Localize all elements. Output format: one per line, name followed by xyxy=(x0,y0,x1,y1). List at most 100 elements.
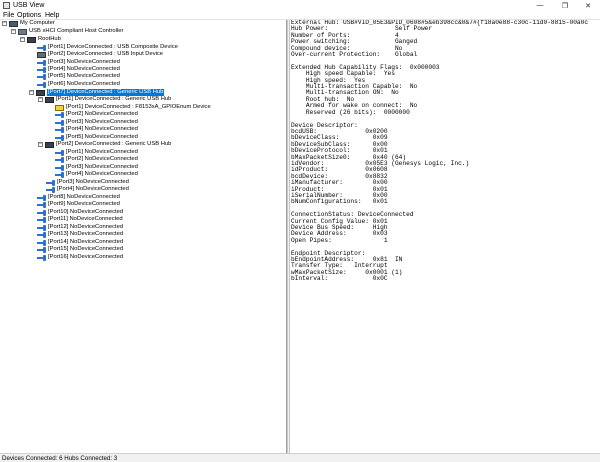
usb-icon xyxy=(55,134,64,141)
tree-item-subhub2-port3[interactable]: [Port3] NoDeviceConnected xyxy=(55,164,138,171)
tree-item-subhub-port1[interactable]: − [Port1] DeviceConnected : Generic USB … xyxy=(38,96,171,103)
minimize-button[interactable]: — xyxy=(528,0,552,11)
tree-item-subhub2-port1[interactable]: [Port1] NoDeviceConnected xyxy=(55,149,138,156)
tree-item-subhub1-port2[interactable]: [Port2] NoDeviceConnected xyxy=(55,111,138,118)
maximize-button[interactable]: ❐ xyxy=(553,0,577,11)
usb-icon xyxy=(37,66,46,73)
usb-icon xyxy=(37,81,46,88)
tree-item-port7-hub[interactable]: − [Port7] DeviceConnected : Generic USB … xyxy=(29,89,165,96)
usb-icon xyxy=(55,164,64,171)
usb-icon xyxy=(55,119,64,126)
tree-item-label: [Port7] DeviceConnected : Generic USB Hu… xyxy=(47,89,165,96)
tree-item-port6[interactable]: [Port6] NoDeviceConnected xyxy=(37,81,120,88)
details-pane[interactable]: External Hub: USB#VID_05E3&PID_0608#5&eb… xyxy=(290,20,600,453)
tree-item-label: [Port4] NoDeviceConnected xyxy=(57,186,129,192)
tree-item-port16[interactable]: [Port16] NoDeviceConnected xyxy=(37,254,123,261)
usb-icon xyxy=(37,209,46,216)
tree-item-label: [Port3] NoDeviceConnected xyxy=(57,179,129,185)
details-text: External Hub: USB#VID_05E3&PID_0608#5&eb… xyxy=(291,20,589,283)
usb-icon xyxy=(46,186,55,193)
tree-item-label: [Port14] NoDeviceConnected xyxy=(48,239,124,245)
tree-item-port12[interactable]: [Port12] NoDeviceConnected xyxy=(37,224,123,231)
tree-item-label: [Port4] NoDeviceConnected xyxy=(66,126,138,132)
usb-icon xyxy=(55,156,64,163)
tree-item-port8[interactable]: [Port8] NoDeviceConnected xyxy=(37,194,120,201)
menu-bar: File Options Help xyxy=(0,11,600,20)
collapse-icon[interactable]: − xyxy=(11,29,16,34)
tree-item-my-computer[interactable]: − My Computer xyxy=(2,20,55,27)
collapse-icon[interactable]: − xyxy=(38,142,43,147)
tree-item-hub-port3[interactable]: [Port3] NoDeviceConnected xyxy=(46,179,129,186)
tree-item-hub-port4[interactable]: [Port4] NoDeviceConnected xyxy=(46,186,129,193)
tree-item-port13[interactable]: [Port13] NoDeviceConnected xyxy=(37,231,123,238)
tree-item-subhub2-port2[interactable]: [Port2] NoDeviceConnected xyxy=(55,156,138,163)
tree-item-port9[interactable]: [Port9] NoDeviceConnected xyxy=(37,201,120,208)
hub-icon xyxy=(27,36,36,43)
tree-item-label: [Port6] NoDeviceConnected xyxy=(48,81,120,87)
tree-item-port2[interactable]: [Port2] DeviceConnected : USB Input Devi… xyxy=(37,51,163,58)
menu-file[interactable]: File xyxy=(3,11,14,20)
close-button[interactable]: ✕ xyxy=(576,0,600,11)
title-bar: USB View — ❐ ✕ xyxy=(0,0,600,11)
tree-item-port5[interactable]: [Port5] NoDeviceConnected xyxy=(37,73,120,80)
usb-icon xyxy=(55,149,64,156)
device-tree[interactable]: − My Computer − USB xHCI Compliant Host … xyxy=(0,20,287,453)
usb-icon xyxy=(37,73,46,80)
tree-item-label: My Computer xyxy=(20,20,55,26)
collapse-icon[interactable]: − xyxy=(2,21,7,26)
tree-item-label: [Port16] NoDeviceConnected xyxy=(48,254,124,260)
tree-item-port15[interactable]: [Port15] NoDeviceConnected xyxy=(37,246,123,253)
tree-item-gpio-device[interactable]: [Port1] DeviceConnected : F8153xA_GPIOEn… xyxy=(55,104,211,111)
hub-icon xyxy=(45,141,54,148)
tree-item-label: [Port1] DeviceConnected : F8153xA_GPIOEn… xyxy=(66,104,211,110)
usb-icon xyxy=(37,194,46,201)
usb-icon xyxy=(37,59,46,66)
tree-item-label: [Port2] NoDeviceConnected xyxy=(66,111,138,117)
hub-icon xyxy=(45,96,54,103)
controller-icon xyxy=(18,28,27,35)
menu-help[interactable]: Help xyxy=(45,11,59,20)
tree-item-subhub1-port3[interactable]: [Port3] NoDeviceConnected xyxy=(55,119,138,126)
tree-item-label: [Port2] DeviceConnected : USB Input Devi… xyxy=(48,51,164,57)
tree-item-label: [Port3] NoDeviceConnected xyxy=(48,59,120,65)
tree-item-label: [Port3] NoDeviceConnected xyxy=(66,119,138,125)
tree-item-label: [Port13] NoDeviceConnected xyxy=(48,231,124,237)
usb-icon xyxy=(37,216,46,223)
tree-item-subhub1-port4[interactable]: [Port4] NoDeviceConnected xyxy=(55,126,138,133)
tree-item-port1[interactable]: [Port1] DeviceConnected : USB Composite … xyxy=(37,44,178,51)
collapse-icon[interactable]: − xyxy=(38,97,43,102)
usb-icon xyxy=(37,239,46,246)
device-icon xyxy=(37,51,46,58)
status-text: Devices Connected: 6 Hubs Connected: 3 xyxy=(2,455,118,462)
usb-icon xyxy=(46,179,55,186)
collapse-icon[interactable]: − xyxy=(29,90,34,95)
tree-item-label: [Port8] NoDeviceConnected xyxy=(48,194,120,200)
tree-item-label: [Port5] NoDeviceConnected xyxy=(48,73,120,79)
usb-icon xyxy=(55,171,64,178)
tree-item-label: [Port1] DeviceConnected : Generic USB Hu… xyxy=(56,96,172,102)
usb-icon xyxy=(37,201,46,208)
tree-item-label: [Port9] NoDeviceConnected xyxy=(48,201,120,207)
tree-item-label: [Port4] NoDeviceConnected xyxy=(48,66,120,72)
usb-icon xyxy=(37,224,46,231)
tree-item-port14[interactable]: [Port14] NoDeviceConnected xyxy=(37,239,123,246)
tree-item-subhub1-port5[interactable]: [Port5] NoDeviceConnected xyxy=(55,134,138,141)
tree-item-label: [Port1] NoDeviceConnected xyxy=(66,149,138,155)
tree-item-host-controller[interactable]: − USB xHCI Compliant Host Controller xyxy=(11,28,123,35)
tree-item-roothub[interactable]: − RootHub xyxy=(20,36,61,43)
tree-item-subhub2-port4[interactable]: [Port4] NoDeviceConnected xyxy=(55,171,138,178)
tree-item-port10[interactable]: [Port10] NoDeviceConnected xyxy=(37,209,123,216)
tree-item-label: [Port11] NoDeviceConnected xyxy=(48,216,123,222)
collapse-icon[interactable]: − xyxy=(20,37,25,42)
usb-icon xyxy=(55,126,64,133)
usb-icon xyxy=(55,111,64,118)
tree-item-subhub-port2[interactable]: − [Port2] DeviceConnected : Generic USB … xyxy=(38,141,171,148)
tree-item-port3[interactable]: [Port3] NoDeviceConnected xyxy=(37,59,120,66)
tree-item-port11[interactable]: [Port11] NoDeviceConnected xyxy=(37,216,123,223)
menu-options[interactable]: Options xyxy=(17,11,41,20)
tree-item-label: [Port15] NoDeviceConnected xyxy=(48,246,124,252)
usb-view-app-icon xyxy=(3,2,10,9)
tree-item-port4[interactable]: [Port4] NoDeviceConnected xyxy=(37,66,120,73)
window-title: USB View xyxy=(13,2,45,9)
usb-icon xyxy=(37,246,46,253)
